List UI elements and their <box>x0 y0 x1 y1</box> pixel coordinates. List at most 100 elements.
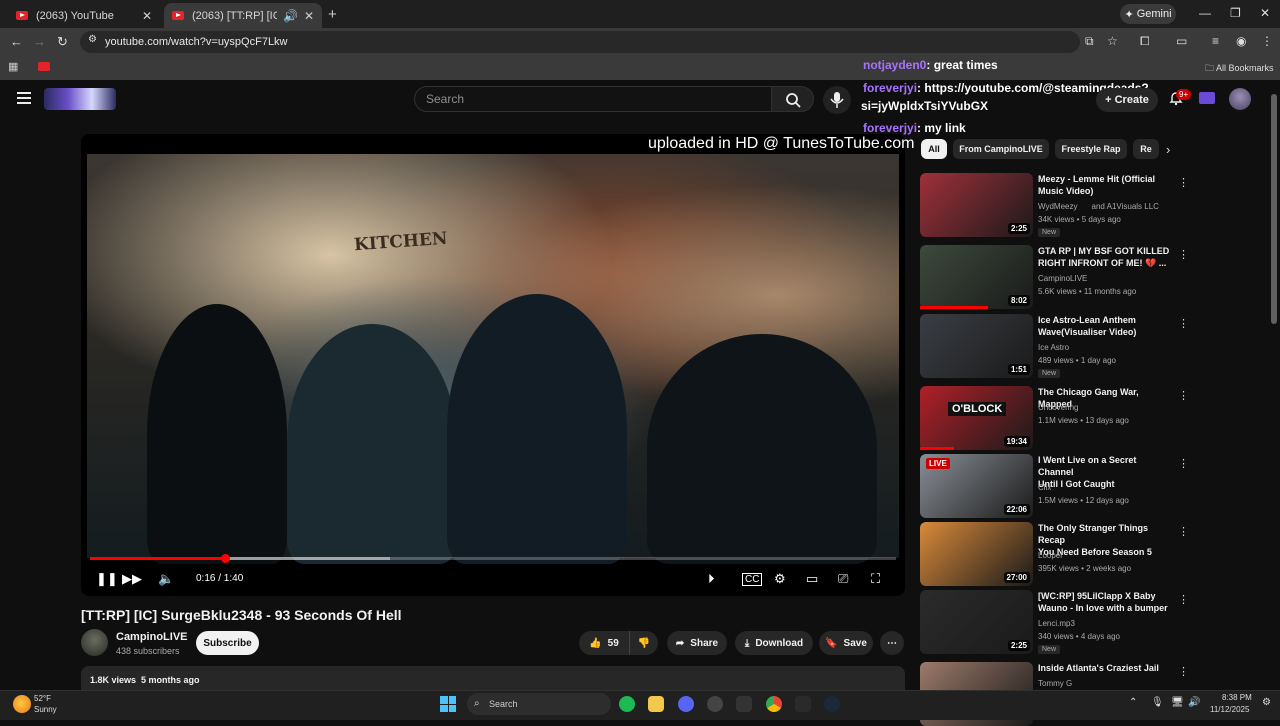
video-player[interactable] <box>81 134 905 596</box>
media-control-icon[interactable]: ≡ <box>1212 34 1219 48</box>
minimize-icon[interactable]: — <box>1199 6 1211 20</box>
more-options-icon[interactable]: ⋮ <box>1178 457 1189 470</box>
more-options-icon[interactable]: ⋮ <box>1178 248 1189 261</box>
chip-all[interactable]: All <box>921 139 947 159</box>
create-button[interactable]: + Create <box>1096 88 1158 112</box>
cast-icon[interactable]: ⎚ <box>838 571 848 587</box>
settings-gear-icon[interactable]: ⚙ <box>774 571 786 587</box>
recommendation-channel[interactable]: Looper <box>1038 551 1063 560</box>
reload-icon[interactable]: ↻ <box>57 34 68 50</box>
microphone-icon[interactable]: 🎙 <box>1151 697 1164 708</box>
chip-freestyle-rap[interactable]: Freestyle Rap <box>1055 139 1127 159</box>
notifications-icon[interactable]: ⚙ <box>1262 697 1271 708</box>
voice-search-button[interactable] <box>823 86 851 114</box>
recommendation-item[interactable]: 8:02 GTA RP | MY BSF GOT KILLED RIGHT INFR… <box>920 245 1200 309</box>
network-icon[interactable]: 🖥 <box>1171 697 1184 708</box>
chip-more[interactable]: Re <box>1133 139 1159 159</box>
chip-from-channel[interactable]: From CampinoLIVE <box>953 139 1049 159</box>
close-window-icon[interactable]: ✕ <box>1260 6 1270 20</box>
chevron-right-icon[interactable]: › <box>1166 142 1170 157</box>
recommendation-channel[interactable]: CampinoLIVE <box>1038 274 1087 283</box>
progress-scrubber[interactable] <box>221 554 230 563</box>
channel-avatar[interactable] <box>81 629 108 656</box>
recommendation-title[interactable]: Ice Astro-Lean Anthem Wave(Visualiser Vid… <box>1038 314 1170 338</box>
all-bookmarks-link[interactable]: 🗀 All Bookmarks <box>1205 61 1274 77</box>
app-icon[interactable] <box>795 696 811 712</box>
profile-icon[interactable]: ◉ <box>1236 34 1246 48</box>
subscribe-button[interactable]: Subscribe <box>196 631 259 655</box>
like-button[interactable]: 👍 59 <box>579 631 629 655</box>
more-options-icon[interactable]: ⋮ <box>1178 389 1189 402</box>
volume-icon[interactable]: 🔊 <box>1188 697 1200 708</box>
file-explorer-icon[interactable] <box>648 696 664 712</box>
recommendation-title[interactable]: Inside Atlanta's Craziest Jail <box>1038 662 1170 674</box>
volume-icon[interactable]: 🔈 <box>158 571 174 587</box>
spotify-icon[interactable] <box>619 696 635 712</box>
more-options-icon[interactable]: ⋮ <box>1178 525 1189 538</box>
video-frame[interactable] <box>87 154 899 564</box>
site-info-icon[interactable]: ⚙ <box>88 34 97 45</box>
membership-icon[interactable] <box>1199 92 1215 104</box>
autoplay-toggle[interactable]: ⏵ <box>708 571 715 587</box>
next-icon[interactable]: ▶▶ <box>122 571 142 587</box>
recommendation-item[interactable]: 2:25 [WC:RP] 95LilClapp X Baby Wauno - In … <box>920 590 1200 654</box>
back-icon[interactable]: ← <box>10 34 23 49</box>
recommendation-title[interactable]: [WC:RP] 95LilClapp X Baby Wauno - In love… <box>1038 590 1170 614</box>
close-tab-icon[interactable]: ✕ <box>142 9 152 23</box>
search-button[interactable] <box>771 86 814 112</box>
search-input[interactable] <box>414 86 772 112</box>
recommendation-channel[interactable]: Tommy G <box>1038 679 1072 688</box>
maximize-icon[interactable]: ❐ <box>1230 6 1241 20</box>
bookmark-star-icon[interactable]: ☆ <box>1107 34 1118 48</box>
download-button[interactable]: ⤓ Download <box>735 631 813 655</box>
recommendation-item[interactable]: LIVE 22:06 I Went Live on a Secret Channel… <box>920 454 1200 518</box>
tab-youtube-home[interactable]: (2063) YouTube ✕ <box>8 3 160 28</box>
recommendation-title[interactable]: I Went Live on a Secret Channel Until I G… <box>1038 454 1170 490</box>
description-box[interactable] <box>81 666 905 690</box>
obs-icon[interactable] <box>707 696 723 712</box>
avatar[interactable] <box>1229 88 1251 110</box>
recommendation-title[interactable]: GTA RP | MY BSF GOT KILLED RIGHT INFRONT … <box>1038 245 1170 269</box>
recommendation-item[interactable]: 27:00 The Only Stranger Things Recap You N… <box>920 522 1200 586</box>
menu-kebab-icon[interactable]: ⋮ <box>1261 34 1273 48</box>
recommendation-channel[interactable]: Lenci.mp3 <box>1038 619 1075 628</box>
share-button[interactable]: ➦ Share <box>667 631 727 655</box>
apps-grid-icon[interactable]: ▦ <box>8 60 18 73</box>
theater-mode-icon[interactable]: ▭ <box>806 571 818 587</box>
gemini-button[interactable]: ✦ Gemini <box>1120 4 1176 24</box>
new-tab-icon[interactable]: + <box>328 6 337 23</box>
more-options-icon[interactable]: ⋮ <box>1178 593 1189 606</box>
discord-icon[interactable] <box>678 696 694 712</box>
scrollbar[interactable] <box>1271 94 1277 324</box>
epic-games-icon[interactable] <box>736 696 752 712</box>
save-button[interactable]: 🔖 Save <box>819 631 873 655</box>
more-options-icon[interactable]: ⋮ <box>1178 176 1189 189</box>
chevron-up-icon[interactable]: ⌃ <box>1129 697 1137 708</box>
recommendation-channel[interactable]: WydMeezy and A1Visuals LLC <box>1038 202 1159 211</box>
extensions-icon[interactable]: ⧠ <box>1140 34 1150 49</box>
dislike-button[interactable]: 👎 <box>629 631 658 655</box>
captions-icon[interactable]: CC <box>742 573 763 586</box>
sun-icon[interactable] <box>13 695 31 713</box>
youtube-bookmark-icon[interactable] <box>38 62 50 71</box>
more-options-icon[interactable]: ⋮ <box>1178 317 1189 330</box>
recommendation-item[interactable]: 1:51 Ice Astro-Lean Anthem Wave(Visualiser… <box>920 314 1200 378</box>
recommendation-title[interactable]: Meezy - Lemme Hit (Official Music Video) <box>1038 173 1170 197</box>
audio-playing-icon[interactable]: 🔊 <box>283 9 298 23</box>
windows-start-icon[interactable] <box>440 696 456 712</box>
fullscreen-icon[interactable]: ⛶ <box>871 571 880 587</box>
recommendation-item[interactable]: O'BLOCK 19:34 The Chicago Gang War, Mapped… <box>920 386 1200 450</box>
more-actions-button[interactable]: ⋯ <box>880 631 904 655</box>
recommendation-item[interactable]: 2:25 Meezy - Lemme Hit (Official Music Vid… <box>920 173 1200 237</box>
recommendation-channel[interactable]: Uncovering <box>1038 403 1078 412</box>
forward-icon[interactable]: → <box>33 34 46 49</box>
channel-logo[interactable] <box>44 88 116 110</box>
chrome-icon[interactable] <box>766 696 782 712</box>
side-panel-icon[interactable]: ▭ <box>1176 34 1187 48</box>
hamburger-menu-icon[interactable] <box>17 92 31 104</box>
more-options-icon[interactable]: ⋮ <box>1178 665 1189 678</box>
steam-icon[interactable] <box>824 696 840 712</box>
pause-icon[interactable]: ❚❚ <box>96 571 118 587</box>
tab-current-video[interactable]: (2063) [TT:RP] [IC] SurgeBkl 🔊 ✕ <box>164 3 322 28</box>
channel-name[interactable]: CampinoLIVE <box>116 631 188 643</box>
